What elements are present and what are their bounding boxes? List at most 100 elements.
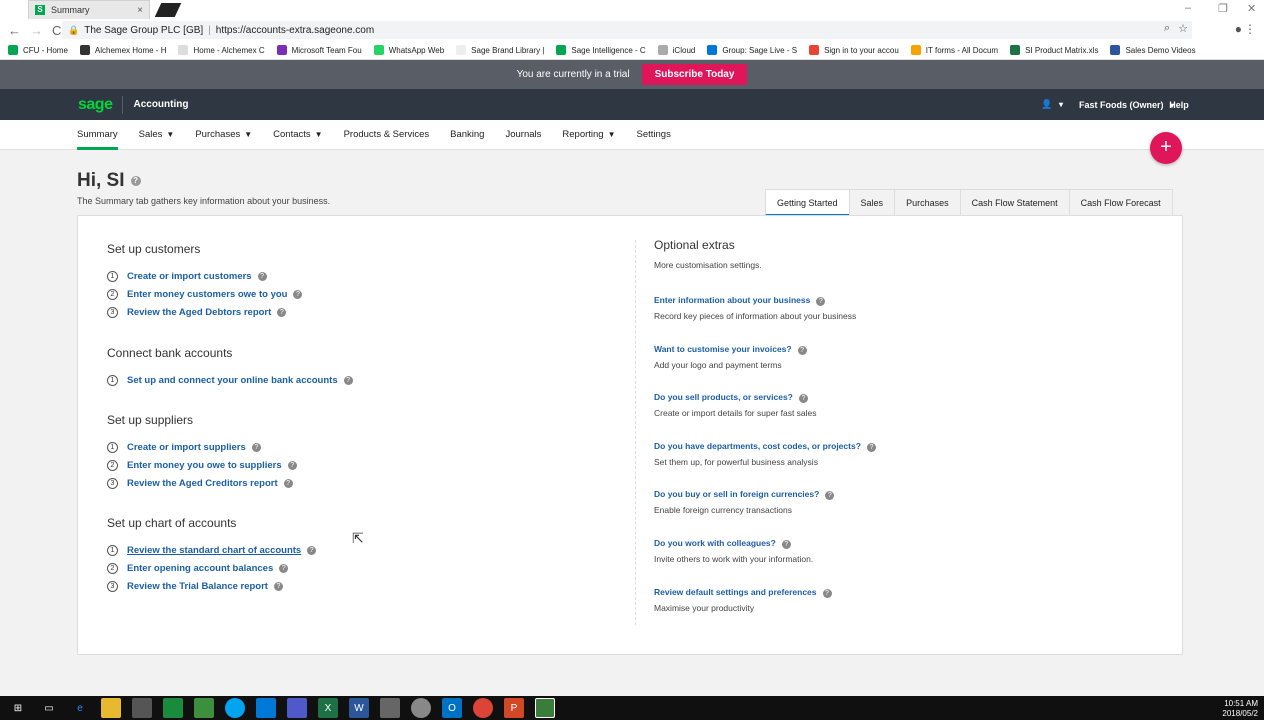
optional-link[interactable]: Do you buy or sell in foreign currencies…	[654, 489, 819, 499]
help-icon[interactable]: ?	[822, 588, 832, 598]
bookmark-item[interactable]: Group: Sage Live - S	[707, 45, 797, 55]
help-icon[interactable]: ?	[797, 345, 807, 355]
skype-business-icon[interactable]	[256, 698, 276, 718]
nav-item-products-services[interactable]: Products & Services	[344, 120, 430, 150]
menu-icon[interactable]: ⋮	[1244, 22, 1256, 36]
zoom-icon[interactable]: ⌕	[1164, 22, 1170, 35]
bookmark-item[interactable]: IT forms - All Docum	[910, 45, 998, 55]
forward-icon[interactable]: →	[30, 23, 44, 38]
back-icon[interactable]: ←	[8, 23, 22, 38]
help-icon[interactable]: ?	[257, 271, 267, 281]
new-tab-button[interactable]	[154, 3, 182, 17]
bookmark-item[interactable]: Sign in to your accou	[809, 45, 899, 55]
minimize-icon[interactable]: –	[1185, 2, 1191, 14]
nav-item-contacts[interactable]: Contacts ▼	[273, 120, 322, 150]
browser-tab[interactable]: S Summary ×	[28, 0, 150, 19]
optional-link[interactable]: Do you have departments, cost codes, or …	[654, 441, 861, 451]
bookmark-item[interactable]: Alchemex Home - H	[79, 45, 166, 55]
step-link[interactable]: Create or import customers	[127, 271, 252, 282]
tab-getting-started[interactable]: Getting Started	[765, 189, 849, 216]
bookmark-item[interactable]: SI Product Matrix.xls	[1010, 45, 1098, 55]
step-link[interactable]: Review the Aged Debtors report	[127, 307, 271, 318]
step-link[interactable]: Enter money customers owe to you	[127, 289, 287, 300]
step-link[interactable]: Review the Trial Balance report	[127, 581, 268, 592]
start-icon[interactable]: ⊞	[8, 698, 28, 718]
company-menu[interactable]: Fast Foods (Owner) ▾	[1079, 100, 1174, 110]
bookmark-item[interactable]: Microsoft Team Fou	[276, 45, 362, 55]
photos-icon[interactable]	[380, 698, 400, 718]
file-explorer-icon[interactable]	[101, 698, 121, 718]
help-icon[interactable]: ?	[798, 394, 808, 404]
optional-link[interactable]: Do you work with colleagues?	[654, 538, 776, 548]
nav-item-summary[interactable]: Summary	[77, 120, 118, 150]
subscribe-button[interactable]: Subscribe Today	[641, 64, 748, 85]
step-link[interactable]: Create or import suppliers	[127, 442, 246, 453]
optional-link[interactable]: Enter information about your business	[654, 295, 810, 305]
chrome-icon[interactable]	[473, 698, 493, 718]
help-link[interactable]: Help	[1169, 100, 1189, 110]
help-icon[interactable]: ?	[279, 563, 289, 573]
step-link[interactable]: Enter money you owe to suppliers	[127, 460, 282, 471]
url-text[interactable]: https://accounts-extra.sageone.com	[216, 25, 374, 36]
help-icon[interactable]: ?	[251, 442, 261, 452]
teams-icon[interactable]	[287, 698, 307, 718]
star-icon[interactable]: ☆	[1178, 22, 1188, 35]
help-icon[interactable]: ?	[307, 545, 317, 555]
powerpoint-icon[interactable]: P	[504, 698, 524, 718]
sage-logo[interactable]: sage	[78, 96, 113, 114]
tab-sales[interactable]: Sales	[848, 189, 895, 216]
bookmark-item[interactable]: Sage Brand Library |	[456, 45, 544, 55]
nav-item-sales[interactable]: Sales ▼	[139, 120, 175, 150]
word-icon[interactable]: W	[349, 698, 369, 718]
outlook-icon[interactable]: O	[442, 698, 462, 718]
extension-icon[interactable]: ●	[1235, 22, 1242, 36]
add-button[interactable]: +	[1150, 132, 1182, 164]
bookmark-item[interactable]: Sage Intelligence - C	[556, 45, 646, 55]
help-icon[interactable]: ?	[866, 442, 876, 452]
help-icon[interactable]: ?	[273, 581, 283, 591]
help-icon[interactable]: ?	[130, 175, 141, 186]
help-icon[interactable]: ?	[343, 375, 353, 385]
skype-icon[interactable]	[225, 698, 245, 718]
help-icon[interactable]: ?	[287, 460, 297, 470]
optional-link[interactable]: Review default settings and preferences	[654, 587, 817, 597]
optional-link[interactable]: Do you sell products, or services?	[654, 392, 793, 402]
tab-purchases[interactable]: Purchases	[894, 189, 960, 216]
nav-item-purchases[interactable]: Purchases ▼	[195, 120, 252, 150]
excel-icon[interactable]: X	[318, 698, 338, 718]
app-icon[interactable]	[163, 698, 183, 718]
nav-item-settings[interactable]: Settings	[637, 120, 671, 150]
step-link[interactable]: Enter opening account balances	[127, 563, 273, 574]
tab-cash-flow-forecast[interactable]: Cash Flow Forecast	[1068, 189, 1173, 216]
help-icon[interactable]: ?	[816, 297, 826, 306]
task-view-icon[interactable]: ▭	[39, 698, 59, 718]
camtasia-icon[interactable]	[194, 698, 214, 718]
store-icon[interactable]	[132, 698, 152, 718]
help-icon[interactable]: ?	[283, 478, 293, 488]
step-link[interactable]: Set up and connect your online bank acco…	[127, 375, 338, 386]
tab-cash-flow-statement[interactable]: Cash Flow Statement	[959, 189, 1069, 216]
edge-icon[interactable]: e	[70, 698, 90, 718]
window-close-icon[interactable]: ✕	[1247, 2, 1256, 15]
camtasia-recorder-icon[interactable]	[535, 698, 555, 718]
bookmark-item[interactable]: CFU - Home	[8, 45, 68, 55]
nav-item-banking[interactable]: Banking	[450, 120, 484, 150]
help-icon[interactable]: ?	[277, 307, 287, 317]
help-icon[interactable]: ?	[781, 540, 791, 549]
bookmark-item[interactable]: Home - Alchemex C	[178, 45, 265, 55]
media-icon[interactable]	[411, 698, 431, 718]
restore-icon[interactable]: ❐	[1218, 2, 1228, 15]
close-icon[interactable]: ×	[137, 5, 143, 16]
help-icon[interactable]: ?	[825, 491, 835, 501]
nav-item-reporting[interactable]: Reporting ▼	[562, 120, 615, 150]
bookmark-item[interactable]: iCloud	[657, 45, 695, 55]
step-link[interactable]: Review the standard chart of accounts	[127, 545, 301, 556]
bookmark-item[interactable]: WhatsApp Web	[373, 45, 444, 55]
help-icon[interactable]: ?	[293, 289, 303, 299]
step-link[interactable]: Review the Aged Creditors report	[127, 478, 278, 489]
nav-item-journals[interactable]: Journals	[505, 120, 541, 150]
user-menu[interactable]: 👤 ▾	[1041, 99, 1063, 110]
optional-link[interactable]: Want to customise your invoices?	[654, 344, 792, 354]
bookmark-item[interactable]: Sales Demo Videos	[1110, 45, 1196, 55]
omnibox[interactable]: 🔒 The Sage Group PLC [GB] | https://acco…	[62, 21, 1192, 39]
